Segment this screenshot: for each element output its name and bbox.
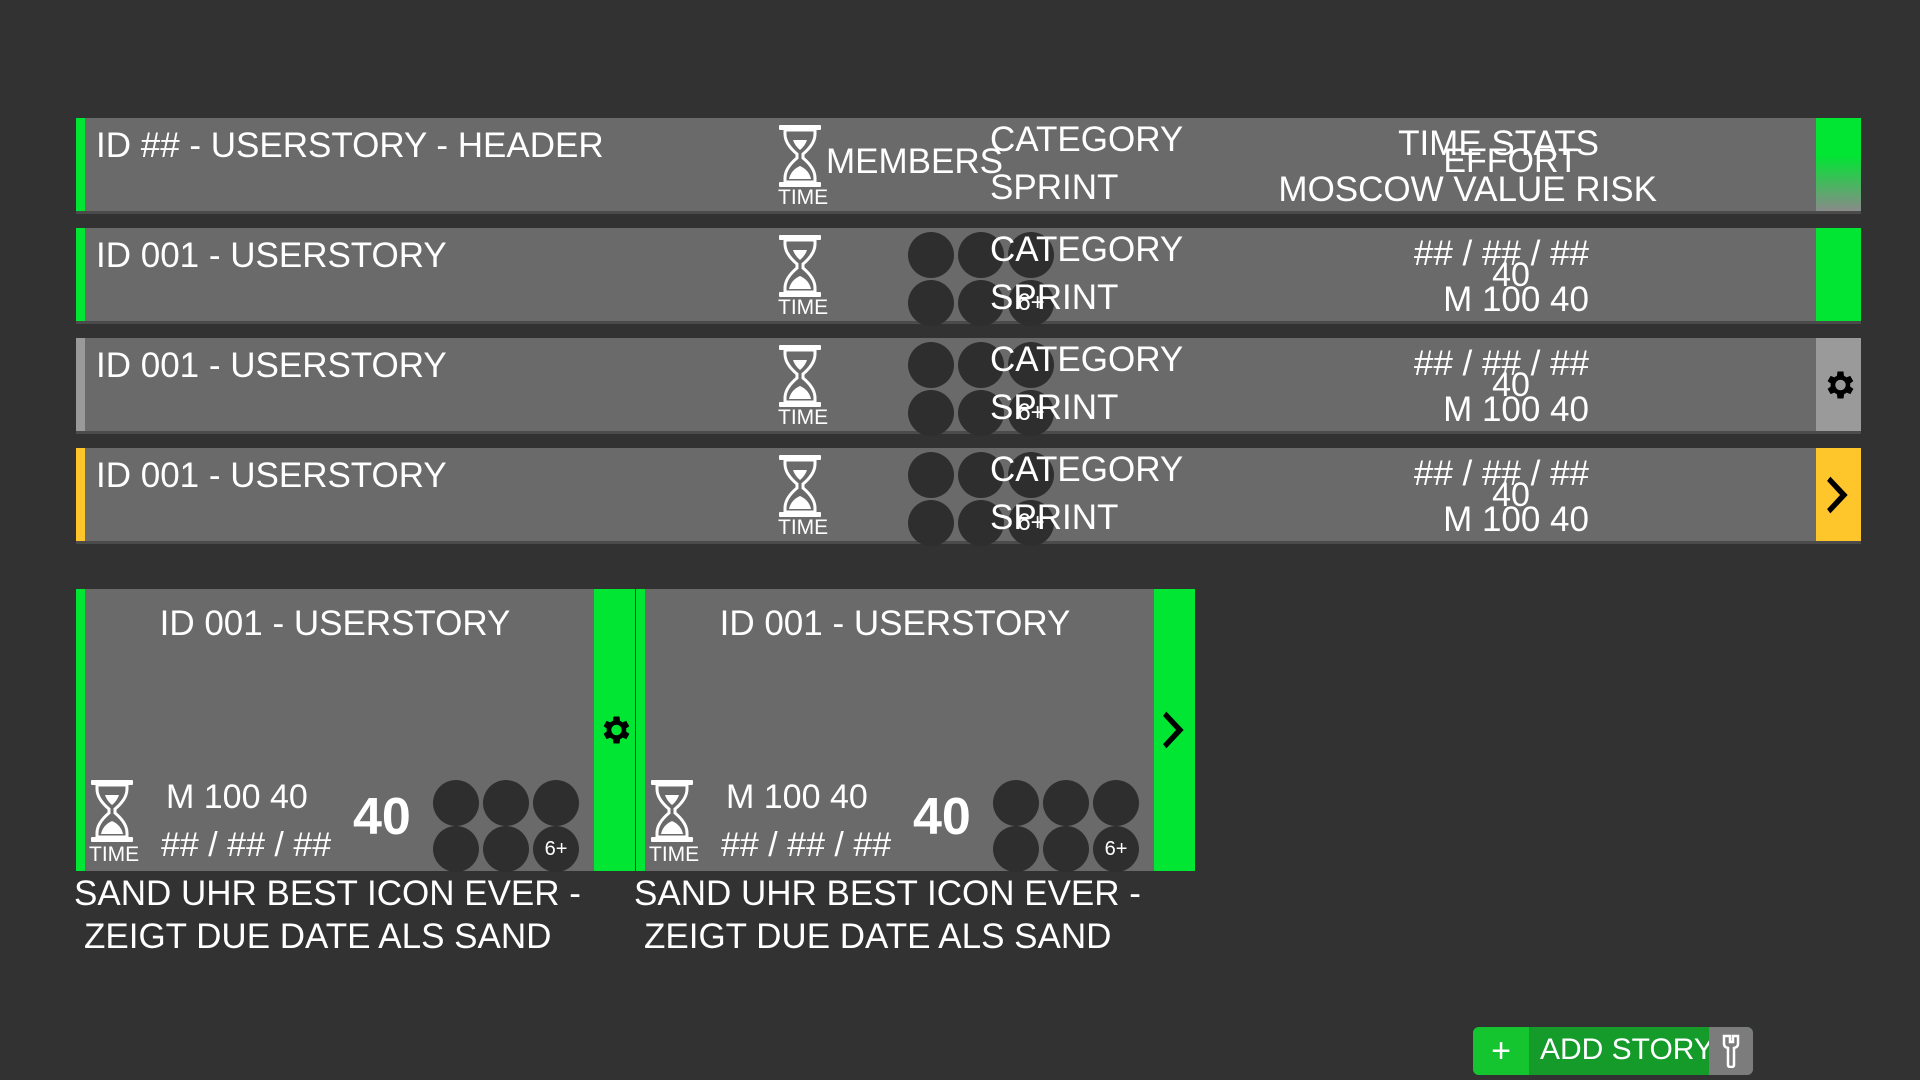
avatar[interactable] bbox=[908, 342, 954, 388]
avatar[interactable] bbox=[908, 500, 954, 546]
member-avatars[interactable]: 6+ bbox=[832, 232, 1054, 326]
add-story-label[interactable]: ADD STORY bbox=[1540, 1033, 1714, 1067]
row-accent-bar bbox=[76, 338, 85, 431]
avatar[interactable] bbox=[483, 780, 529, 826]
time-label: TIME bbox=[778, 186, 829, 209]
gear-icon[interactable] bbox=[1821, 367, 1857, 403]
card-moscow-value-risk: M 100 40 bbox=[726, 778, 868, 816]
avatar[interactable] bbox=[908, 390, 954, 436]
story-header-row: ID ## - USERSTORY - HEADER TIME MEMBERS … bbox=[76, 118, 1861, 214]
story-category: CATEGORY bbox=[990, 450, 1184, 489]
story-title[interactable]: ID 001 - USERSTORY bbox=[96, 236, 447, 276]
story-row[interactable]: ID 001 - USERSTORY TIME 6+ CATEGORY SPRI… bbox=[76, 448, 1861, 546]
avatar[interactable] bbox=[1093, 780, 1139, 826]
story-sprint: SPRINT bbox=[990, 278, 1119, 317]
avatar[interactable] bbox=[433, 780, 479, 826]
caption-line: ZEIGT DUE DATE ALS SAND bbox=[644, 917, 1112, 956]
avatar[interactable] bbox=[993, 780, 1039, 826]
caption-line: SAND UHR BEST ICON EVER - bbox=[74, 874, 581, 913]
story-title[interactable]: ID 001 - USERSTORY bbox=[96, 346, 447, 386]
caption-line: SAND UHR BEST ICON EVER - bbox=[634, 874, 1141, 913]
story-card[interactable]: ID 001 - USERSTORY TIME M 100 40 ## / ##… bbox=[636, 589, 1195, 872]
avatar[interactable] bbox=[908, 232, 954, 278]
story-category: CATEGORY bbox=[990, 230, 1184, 269]
members-label: MEMBERS bbox=[826, 142, 1003, 181]
avatar[interactable] bbox=[1043, 826, 1089, 872]
wrench-icon[interactable] bbox=[1718, 1034, 1744, 1068]
avatar[interactable] bbox=[1043, 780, 1089, 826]
time-label: TIME bbox=[89, 843, 140, 866]
avatar[interactable] bbox=[908, 452, 954, 498]
time-label: TIME bbox=[649, 843, 700, 866]
story-sprint: SPRINT bbox=[990, 498, 1119, 537]
time-label: TIME bbox=[778, 406, 829, 429]
time-label: TIME bbox=[778, 296, 829, 319]
card-time-stats: ## / ## / ## bbox=[721, 826, 892, 864]
chevron-right-icon[interactable] bbox=[1162, 708, 1188, 752]
member-avatars[interactable]: 6+ bbox=[993, 780, 1143, 872]
hourglass-icon bbox=[89, 779, 135, 843]
effort-label: EFFORT bbox=[1443, 142, 1579, 180]
card-time-stats: ## / ## / ## bbox=[161, 826, 332, 864]
card-caption: SAND UHR BEST ICON EVER - ZEIGT DUE DATE… bbox=[634, 872, 1141, 958]
more-members-badge[interactable]: 6+ bbox=[533, 826, 579, 872]
row-accent-bar bbox=[76, 228, 85, 321]
settings-button[interactable] bbox=[1816, 338, 1861, 431]
more-members-badge[interactable]: 6+ bbox=[1093, 826, 1139, 872]
avatar[interactable] bbox=[993, 826, 1039, 872]
header-title: ID ## - USERSTORY - HEADER bbox=[96, 126, 604, 165]
sprint-label: SPRINT bbox=[990, 168, 1119, 207]
card-title[interactable]: ID 001 - USERSTORY bbox=[76, 604, 594, 644]
chevron-right-icon[interactable] bbox=[1826, 473, 1852, 517]
card-effort: 40 bbox=[913, 788, 971, 846]
member-avatars[interactable]: 6+ bbox=[433, 780, 583, 872]
story-category: CATEGORY bbox=[990, 340, 1184, 379]
category-label: CATEGORY bbox=[990, 120, 1184, 159]
hourglass-icon bbox=[777, 454, 823, 518]
caption-line: ZEIGT DUE DATE ALS SAND bbox=[84, 917, 552, 956]
story-effort: 40 bbox=[1492, 476, 1530, 514]
story-title[interactable]: ID 001 - USERSTORY bbox=[96, 456, 447, 496]
open-story-button[interactable] bbox=[1154, 589, 1195, 871]
story-row[interactable]: ID 001 - USERSTORY TIME 6+ CATEGORY SPRI… bbox=[76, 338, 1861, 436]
tool-button[interactable] bbox=[1709, 1027, 1753, 1075]
avatar[interactable] bbox=[533, 780, 579, 826]
gear-icon[interactable] bbox=[597, 712, 633, 748]
add-story-button[interactable]: + ADD STORY bbox=[1473, 1027, 1753, 1075]
member-avatars[interactable]: 6+ bbox=[832, 342, 1054, 436]
open-story-button[interactable] bbox=[1816, 448, 1861, 541]
status-block bbox=[1816, 228, 1861, 321]
card-moscow-value-risk: M 100 40 bbox=[166, 778, 308, 816]
member-avatars[interactable]: 6+ bbox=[832, 452, 1054, 546]
plus-icon[interactable]: + bbox=[1473, 1027, 1529, 1075]
story-effort: 40 bbox=[1492, 256, 1530, 294]
hourglass-icon bbox=[777, 234, 823, 298]
story-row[interactable]: ID 001 - USERSTORY TIME 6+ CATEGORY SPRI… bbox=[76, 228, 1861, 326]
settings-button[interactable] bbox=[594, 589, 635, 871]
row-accent-bar bbox=[76, 118, 85, 211]
avatar[interactable] bbox=[433, 826, 479, 872]
card-effort: 40 bbox=[353, 788, 411, 846]
card-title[interactable]: ID 001 - USERSTORY bbox=[636, 604, 1154, 644]
row-accent-bar bbox=[76, 448, 85, 541]
hourglass-icon bbox=[649, 779, 695, 843]
avatar[interactable] bbox=[908, 280, 954, 326]
time-label: TIME bbox=[778, 516, 829, 539]
card-caption: SAND UHR BEST ICON EVER - ZEIGT DUE DATE… bbox=[74, 872, 581, 958]
hourglass-icon bbox=[777, 344, 823, 408]
hourglass-icon bbox=[777, 124, 823, 188]
avatar[interactable] bbox=[483, 826, 529, 872]
story-sprint: SPRINT bbox=[990, 388, 1119, 427]
header-status-block bbox=[1816, 118, 1861, 211]
story-effort: 40 bbox=[1492, 366, 1530, 404]
story-card[interactable]: ID 001 - USERSTORY TIME M 100 40 ## / ##… bbox=[76, 589, 635, 872]
